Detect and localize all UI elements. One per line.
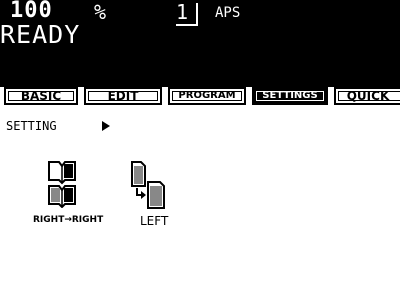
book-duplex-icon xyxy=(48,161,76,209)
tab-program-label: PROGRAM xyxy=(178,90,236,101)
tab-settings[interactable]: SETTINGS xyxy=(252,87,328,105)
option-right-right-label: RIGHT→RIGHT xyxy=(33,215,104,225)
option-left-label: LEFT xyxy=(140,214,169,228)
tab-settings-label: SETTINGS xyxy=(262,90,318,101)
tab-quick-label: QUICK xyxy=(346,89,390,103)
tab-basic[interactable]: BASIC xyxy=(4,87,78,105)
copy-count-bracket xyxy=(196,3,198,25)
option-left[interactable] xyxy=(128,160,166,214)
tab-basic-label: BASIC xyxy=(20,89,62,103)
tab-edit[interactable]: EDIT xyxy=(84,87,162,105)
breadcrumb: SETTING xyxy=(6,119,57,133)
tab-quick[interactable]: QUICK xyxy=(334,87,400,105)
status-message: READY xyxy=(0,20,81,49)
zoom-percent-sign: % xyxy=(94,0,107,24)
tab-program[interactable]: PROGRAM xyxy=(168,87,246,105)
copy-count-underline xyxy=(176,24,198,26)
option-right-right[interactable] xyxy=(42,160,82,209)
triangle-right-icon xyxy=(102,121,110,131)
paper-mode: APS xyxy=(215,5,241,21)
copy-count: 1 xyxy=(176,0,189,24)
tab-edit-label: EDIT xyxy=(107,89,139,103)
status-bar: 100 % 1 APS READY xyxy=(0,0,400,87)
page-rotate-left-icon xyxy=(131,161,165,209)
